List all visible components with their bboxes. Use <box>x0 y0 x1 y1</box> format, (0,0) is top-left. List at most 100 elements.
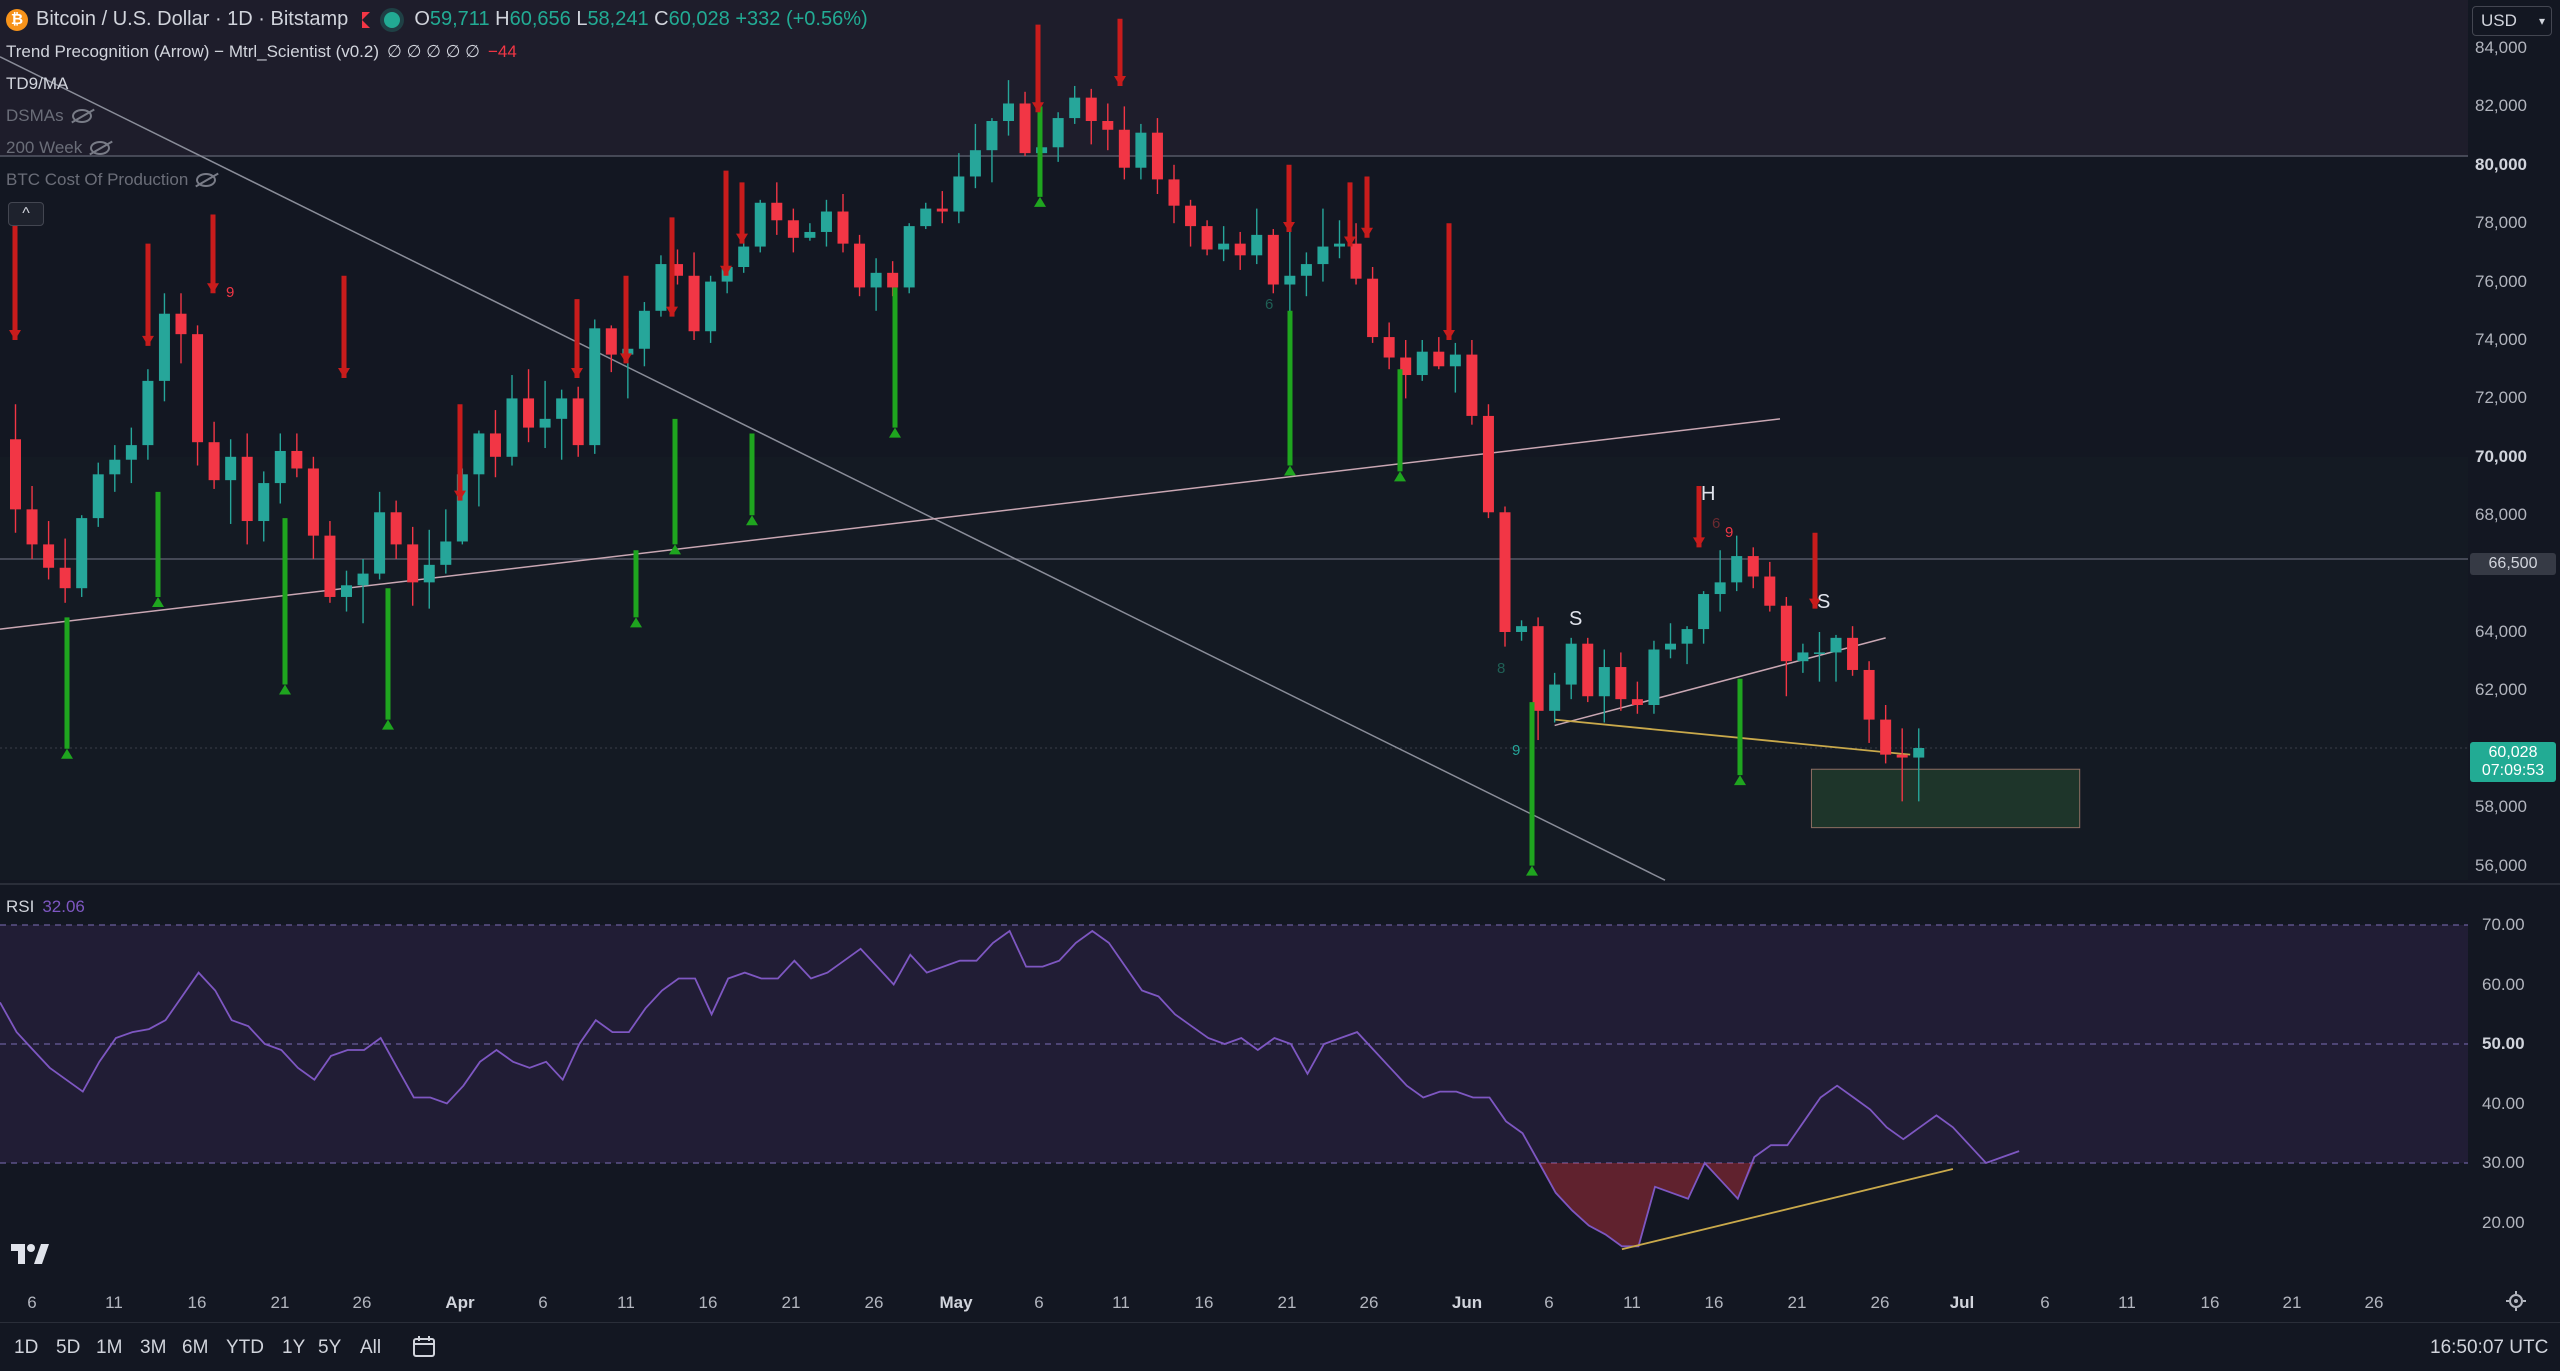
candle-body <box>1780 605 1792 662</box>
candle-body <box>1681 629 1693 644</box>
timeframe-button-1y[interactable]: 1Y <box>282 1337 305 1359</box>
candle-body <box>1731 556 1743 583</box>
candle-body <box>887 272 899 288</box>
td-count-label: 6 <box>1265 296 1274 313</box>
candle-body <box>1234 243 1246 256</box>
candle-body <box>589 328 601 446</box>
candle-body <box>274 450 286 484</box>
candle-body <box>688 275 700 332</box>
candle-body <box>1300 264 1312 276</box>
candle-body <box>969 150 981 177</box>
candle-body <box>1830 637 1842 653</box>
timeframe-button-5d[interactable]: 5D <box>56 1337 80 1359</box>
rsi-legend[interactable]: RSI 32.06 <box>6 897 85 917</box>
sell-signal-arrow-head <box>736 233 748 244</box>
rsi-tick: 60.00 <box>2482 974 2525 994</box>
collapse-legend-button[interactable]: ^ <box>8 202 44 226</box>
candle-body <box>43 544 55 568</box>
candle-body <box>771 202 783 221</box>
candle-body <box>1532 626 1544 711</box>
candle-body <box>953 176 965 212</box>
candle-body <box>92 474 104 519</box>
candle-body <box>1863 669 1875 720</box>
shoulder-label-left: S <box>1569 608 1583 630</box>
hidden-eye-icon[interactable] <box>196 173 217 187</box>
candle-body <box>1019 103 1031 154</box>
candle-body <box>1449 354 1461 367</box>
candle-body <box>291 450 303 469</box>
candle-body <box>655 264 667 311</box>
candle-body <box>903 226 915 288</box>
candle-body <box>1334 243 1345 247</box>
target-zone-box <box>1810 768 2081 829</box>
indicator-dsmas[interactable]: DSMAs <box>6 106 92 126</box>
market-status-icon <box>384 11 401 28</box>
time-tick: 6 <box>1544 1293 1554 1312</box>
time-tick: 16 <box>1704 1293 1724 1312</box>
candle-body <box>258 483 270 522</box>
price-tick: 74,000 <box>2475 330 2527 349</box>
flag-icon[interactable] <box>362 11 371 28</box>
price-tick: 56,000 <box>2475 855 2527 875</box>
utc-clock[interactable]: 16:50:07 UTC <box>2430 1337 2548 1359</box>
timeframe-button-3m[interactable]: 3M <box>140 1337 166 1359</box>
indicator-name: TD9/MA <box>6 74 69 93</box>
candle-body <box>1549 684 1561 711</box>
candle-body <box>142 380 154 446</box>
indicator-btc-cost[interactable]: BTC Cost Of Production <box>6 170 217 190</box>
current-price-label: 60,028 07:09:53 <box>2470 742 2556 782</box>
timeframe-button-1m[interactable]: 1M <box>96 1337 122 1359</box>
price-tick: 70,000 <box>2475 446 2527 466</box>
price-tick: 62,000 <box>2475 680 2527 700</box>
indicator-td9ma[interactable]: TD9/MA <box>6 74 68 94</box>
time-tick: 11 <box>2118 1293 2136 1312</box>
tradingview-logo[interactable] <box>10 1243 50 1265</box>
settings-gear-icon[interactable] <box>2505 1290 2527 1312</box>
candle-body <box>1350 243 1362 279</box>
timeframe-button-all[interactable]: All <box>360 1337 381 1359</box>
candle-body <box>374 512 386 574</box>
time-tick: 16 <box>1194 1293 1214 1312</box>
symbol-title[interactable]: Bitcoin / U.S. Dollar · 1D · Bitstamp <box>36 8 348 31</box>
timeframe-button-ytd[interactable]: YTD <box>226 1337 264 1359</box>
bar-countdown: 07:09:53 <box>2481 762 2545 779</box>
sell-signal-arrow-head <box>338 367 350 378</box>
symbol-legend[interactable]: ₿ Bitcoin / U.S. Dollar · 1D · Bitstamp … <box>6 8 868 31</box>
candle-body <box>324 535 336 597</box>
price-tick: 84,000 <box>2475 38 2527 57</box>
indicator-200-week[interactable]: 200 Week <box>6 138 111 158</box>
sell-signal-arrow-head <box>666 306 678 317</box>
candle-body <box>1880 719 1892 755</box>
candle-body <box>523 398 535 428</box>
date-range-calendar-icon[interactable] <box>412 1335 436 1359</box>
price-tick: 72,000 <box>2475 388 2527 408</box>
sell-signal-arrow-head <box>1443 330 1455 340</box>
rsi-tick: 40.00 <box>2482 1093 2525 1113</box>
candle-body <box>1168 179 1180 206</box>
candle-body <box>1698 594 1710 630</box>
candle-body <box>1052 118 1064 148</box>
hidden-eye-icon[interactable] <box>71 109 92 123</box>
candle-body <box>638 310 650 349</box>
candle-body <box>556 398 568 419</box>
candle-body <box>1135 132 1147 168</box>
indicator-name: 200 Week <box>6 138 83 157</box>
currency-select[interactable]: USD <box>2472 6 2552 36</box>
candle-body <box>1665 643 1676 650</box>
timeframe-button-6m[interactable]: 6M <box>182 1337 208 1359</box>
candle-body <box>705 281 717 332</box>
timeframe-button-5y[interactable]: 5Y <box>318 1337 341 1359</box>
price-tick: 58,000 <box>2475 797 2527 817</box>
candle-body <box>1648 649 1660 705</box>
indicator-trend-precognition[interactable]: Trend Precognition (Arrow) − Mtrl_Scient… <box>6 42 517 62</box>
candle-body <box>192 334 204 443</box>
candle-body <box>1913 747 1925 758</box>
hidden-eye-icon[interactable] <box>90 141 111 155</box>
candle-body <box>920 208 932 227</box>
rsi-oversold-fill <box>1539 1163 1755 1247</box>
candle-body <box>489 433 501 457</box>
candle-body <box>26 509 38 545</box>
time-tick: 21 <box>270 1293 290 1312</box>
chart-canvas[interactable] <box>0 0 2560 1322</box>
timeframe-button-1d[interactable]: 1D <box>14 1337 38 1359</box>
